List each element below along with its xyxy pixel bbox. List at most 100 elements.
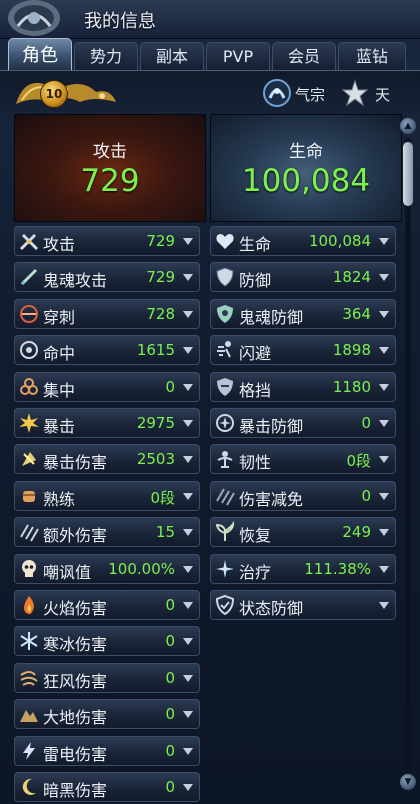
faction-name: 气宗 (295, 86, 326, 104)
expand-arrow-icon[interactable] (183, 456, 193, 464)
stat-label: 格挡 (239, 380, 272, 400)
stat-label: 集中 (43, 380, 76, 400)
stat-label: 攻击 (43, 235, 76, 254)
tab-dungeon[interactable]: 副本 (140, 42, 204, 70)
stat-row[interactable]: 穿刺 728 (14, 298, 200, 329)
stat-value: 0 (361, 414, 371, 432)
expand-arrow-icon[interactable] (379, 565, 389, 573)
stat-row[interactable]: 暴击 2975 (14, 408, 200, 438)
attack-summary-label: 攻击 (93, 142, 127, 162)
expand-arrow-icon[interactable] (379, 456, 389, 464)
stat-value: 729 (146, 232, 175, 250)
tab-blue-diamond[interactable]: 蓝钻 (338, 42, 406, 70)
stat-label: 恢复 (239, 526, 272, 546)
expand-arrow-icon[interactable] (183, 347, 193, 355)
expand-arrow-icon[interactable] (183, 711, 193, 719)
stat-label: 穿刺 (43, 307, 76, 327)
expand-arrow-icon[interactable] (379, 238, 389, 245)
expand-arrow-icon[interactable] (183, 638, 193, 646)
expand-arrow-icon[interactable] (183, 565, 193, 573)
expand-arrow-icon[interactable] (183, 602, 193, 609)
ghost-shield-icon (217, 304, 233, 323)
stat-row[interactable]: 额外伤害 15 (14, 517, 200, 548)
dodge-icon (217, 341, 231, 358)
stat-row[interactable]: 鬼魂攻击 729 (14, 262, 200, 293)
stat-value: 1898 (332, 341, 371, 360)
scroll-track[interactable] (405, 138, 411, 770)
expand-arrow-icon[interactable] (183, 383, 193, 391)
stat-label: 额外伤害 (43, 526, 108, 546)
expand-arrow-icon[interactable] (183, 492, 193, 500)
stat-row[interactable]: 生命 100,084 (210, 226, 396, 256)
title-bar[interactable]: 我的信息 (0, 0, 420, 39)
stat-row[interactable]: 攻击 729 (14, 226, 200, 256)
expand-arrow-icon[interactable] (379, 383, 389, 391)
expand-arrow-icon[interactable] (379, 602, 389, 609)
crescent-moon-icon (22, 778, 36, 795)
stats-scrollbar[interactable]: ▲ ▼ (400, 118, 416, 790)
expand-arrow-icon[interactable] (183, 529, 193, 537)
stat-value: 249 (342, 523, 371, 542)
stat-row[interactable]: 韧性 0段 (210, 444, 396, 475)
stat-row[interactable]: 狂风伤害 0 (14, 662, 200, 693)
stat-row[interactable]: 防御 1824 (210, 262, 396, 293)
scroll-down-button[interactable]: ▼ (400, 774, 416, 790)
stat-label: 暴击防御 (239, 417, 304, 436)
stat-row[interactable]: 格挡 1180 (210, 371, 396, 402)
stat-value: 0 (165, 741, 175, 760)
extra-damage-icon (20, 524, 39, 542)
stat-row[interactable]: 熟练 0段 (14, 480, 200, 511)
stat-row[interactable]: 大地伤害 0 (14, 699, 200, 730)
hp-summary-box: 生命 100,084 (210, 114, 402, 222)
expand-arrow-icon[interactable] (183, 674, 193, 682)
expand-arrow-icon[interactable] (183, 420, 193, 427)
stat-label: 暴击伤害 (43, 453, 108, 473)
expand-arrow-icon[interactable] (379, 347, 389, 355)
stat-row[interactable]: 鬼魂防御 364 (210, 298, 396, 329)
expand-arrow-icon[interactable] (379, 492, 389, 500)
window-title: 我的信息 (84, 11, 156, 32)
target-icon (20, 341, 38, 360)
stat-row[interactable]: 暴击伤害 2503 (14, 444, 200, 475)
stat-row[interactable]: 火焰伤害 0 (14, 590, 200, 620)
stat-row[interactable]: 暗黑伤害 0 (14, 772, 200, 802)
expand-arrow-icon[interactable] (183, 310, 193, 318)
stat-row[interactable]: 状态防御 (210, 590, 396, 620)
expand-arrow-icon[interactable] (183, 784, 193, 791)
attack-summary-box: 攻击 729 (14, 114, 206, 222)
stat-row[interactable]: 雷电伤害 0 (14, 735, 200, 766)
expand-arrow-icon[interactable] (183, 238, 193, 245)
scroll-up-button[interactable]: ▲ (400, 118, 416, 134)
expand-arrow-icon[interactable] (379, 274, 389, 282)
stat-value: 1824 (332, 268, 371, 287)
expand-arrow-icon[interactable] (379, 529, 389, 537)
stat-row[interactable]: 治疗 111.38% (210, 553, 396, 584)
expand-arrow-icon[interactable] (379, 420, 389, 427)
stat-value: 2503 (136, 450, 175, 469)
stat-label: 熟练 (43, 489, 76, 509)
tab-pvp[interactable]: PVP (206, 42, 270, 70)
stat-label: 命中 (43, 344, 76, 364)
tab-faction[interactable]: 势力 (74, 42, 138, 70)
stat-row[interactable]: 寒冰伤害 0 (14, 626, 200, 657)
stat-label: 狂风伤害 (43, 671, 108, 691)
scroll-thumb[interactable] (403, 142, 413, 206)
tab-membership[interactable]: 会员 (272, 42, 336, 70)
expand-arrow-icon[interactable] (379, 310, 389, 318)
hp-summary-label: 生命 (289, 142, 323, 162)
stat-row[interactable]: 嘲讽值 100.00% (14, 553, 200, 584)
stat-row[interactable]: 命中 1615 (14, 335, 200, 366)
stat-row[interactable]: 伤害减免 0 (210, 480, 396, 511)
stat-row[interactable]: 暴击防御 0 (210, 408, 396, 438)
expand-arrow-icon[interactable] (183, 747, 193, 755)
stat-row[interactable]: 闪避 1898 (210, 335, 396, 366)
stat-value: 0 (165, 705, 175, 724)
stat-value: 111.38% (304, 559, 371, 578)
stat-value: 0 (165, 377, 175, 396)
stat-value: 2975 (136, 414, 175, 432)
stat-row[interactable]: 集中 0 (14, 371, 200, 402)
expand-arrow-icon[interactable] (183, 274, 193, 282)
tab-character[interactable]: 角色 (8, 38, 72, 72)
status-defense-icon (215, 594, 235, 616)
stat-row[interactable]: 恢复 249 (210, 517, 396, 548)
